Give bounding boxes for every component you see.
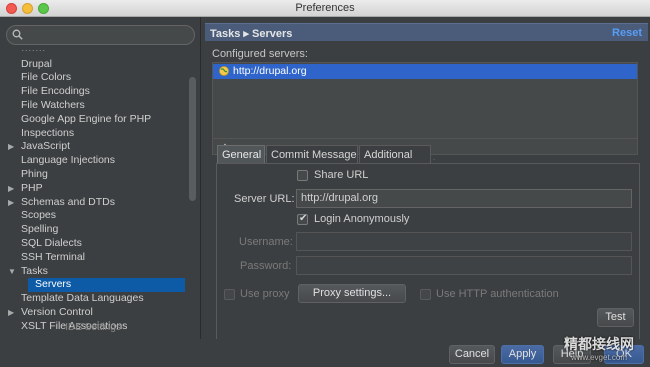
tree-item-servers[interactable]: Servers (28, 278, 185, 293)
tree-item-label: Inspections (21, 126, 75, 139)
tree-item-label: SQL Dialects (21, 236, 82, 249)
watermark-title: 精都接线网 (564, 336, 634, 352)
tree-item-label: Servers (35, 278, 72, 291)
tree-item-phing[interactable]: Phing (0, 168, 186, 182)
server-url-field[interactable]: http://drupal.org (296, 189, 632, 208)
expand-arrow-icon[interactable]: ▶ (8, 182, 14, 196)
tree-item-label: Scopes (21, 209, 57, 222)
use-proxy-checkbox[interactable] (224, 289, 235, 300)
settings-search-box[interactable] (6, 25, 195, 45)
collapse-arrow-icon[interactable]: ▼ (8, 265, 16, 279)
settings-tree: ······· Drupal File Colors File Encoding… (0, 50, 186, 338)
test-button[interactable]: Test (597, 308, 634, 327)
tree-item-ssh-terminal[interactable]: SSH Terminal (0, 251, 186, 265)
search-icon (12, 29, 23, 40)
tree-item-label: File Colors (21, 71, 72, 84)
tree-item-schemas-dtds[interactable]: ▶ Schemas and DTDs (0, 196, 186, 210)
password-field[interactable] (296, 256, 632, 275)
http-auth-checkbox[interactable] (420, 289, 431, 300)
password-label: Password: (240, 260, 292, 272)
window-titlebar: Preferences (0, 0, 650, 17)
server-url-label: Server URL: (234, 193, 295, 205)
login-anonymously-label: Login Anonymously (314, 213, 410, 225)
settings-content: Tasks ▸ Servers Reset Configured servers… (203, 17, 650, 339)
cancel-button[interactable]: Cancel (449, 345, 495, 364)
configured-servers-label: Configured servers: (212, 48, 308, 60)
tree-item-label: JavaScript (21, 140, 71, 153)
tree-item-drupal[interactable]: Drupal (0, 58, 186, 72)
server-url-text: http://drupal.org (233, 65, 307, 77)
tree-item-sql-dialects[interactable]: SQL Dialects (0, 237, 186, 251)
reset-link[interactable]: Reset (612, 27, 642, 39)
search-input[interactable] (27, 28, 187, 42)
tab-additional[interactable]: Additional (359, 145, 431, 163)
breadcrumb-text: Tasks ▸ Servers (210, 28, 293, 40)
watermark-logo: 精都接线网 www.evget.com (548, 335, 650, 367)
tree-item-template-data-languages[interactable]: Template Data Languages (0, 292, 186, 306)
ide-settings-section-label: IDE Settings (65, 322, 121, 333)
globe-icon (219, 66, 229, 76)
tree-item-scopes[interactable]: Scopes (0, 209, 186, 223)
general-tab-panel: Share URL Server URL: http://drupal.org … (216, 163, 640, 339)
apply-button[interactable]: Apply (501, 345, 544, 364)
tree-item-javascript[interactable]: ▶ JavaScript (0, 140, 186, 154)
tree-item-label: Phing (21, 167, 48, 180)
tree-item-php[interactable]: ▶ PHP (0, 182, 186, 196)
tree-item-label: Language Injections (21, 154, 115, 167)
tree-item-file-watchers[interactable]: File Watchers (0, 99, 186, 113)
tree-item-label: Spelling (21, 223, 59, 236)
tree-item-label: File Watchers (21, 98, 85, 111)
username-field[interactable] (296, 232, 632, 251)
tab-general[interactable]: General (217, 145, 265, 163)
tree-item-label: Schemas and DTDs (21, 195, 115, 208)
tree-item-label: Version Control (21, 305, 93, 318)
tree-item-tasks[interactable]: ▼ Tasks (0, 265, 186, 279)
tree-item-inspections[interactable]: Inspections (0, 127, 186, 141)
tree-item-label: SSH Terminal (21, 250, 85, 263)
use-proxy-label: Use proxy (240, 288, 290, 300)
window-title: Preferences (295, 2, 355, 14)
proxy-settings-button[interactable]: Proxy settings... (298, 284, 406, 303)
expand-arrow-icon[interactable]: ▶ (8, 196, 14, 210)
tree-item-google-app-engine[interactable]: Google App Engine for PHP (0, 113, 186, 127)
http-auth-label: Use HTTP authentication (436, 288, 559, 300)
watermark-url: www.evget.com (570, 353, 628, 362)
expand-arrow-icon[interactable]: ▶ (8, 306, 14, 320)
tree-item-file-colors[interactable]: File Colors (0, 71, 186, 85)
tree-item-file-encodings[interactable]: File Encodings (0, 85, 186, 99)
tree-item-label: Drupal (21, 57, 52, 70)
tree-item-version-control[interactable]: ▶ Version Control (0, 306, 186, 320)
tree-item-language-injections[interactable]: Language Injections (0, 154, 186, 168)
sidebar-scrollbar[interactable] (189, 77, 196, 201)
breadcrumb: Tasks ▸ Servers Reset (205, 23, 648, 41)
tree-item-label: Tasks (21, 264, 48, 277)
server-list-item[interactable]: http://drupal.org (213, 64, 637, 79)
expand-arrow-icon[interactable]: ▶ (8, 140, 14, 154)
tree-item-spelling[interactable]: Spelling (0, 223, 186, 237)
tab-commit-message[interactable]: Commit Message (266, 145, 358, 163)
settings-sidebar: ······· Drupal File Colors File Encoding… (0, 17, 201, 339)
tree-item-label: Google App Engine for PHP (21, 112, 152, 125)
login-anonymously-checkbox[interactable] (297, 213, 308, 225)
tree-item-label: File Encodings (21, 85, 90, 98)
share-url-label: Share URL (314, 169, 369, 181)
tree-item-label: Template Data Languages (21, 292, 144, 305)
servers-list: http://drupal.org + − (212, 62, 638, 155)
username-label: Username: (239, 236, 293, 248)
share-url-checkbox[interactable] (297, 170, 308, 181)
tree-item-label: PHP (21, 181, 43, 194)
